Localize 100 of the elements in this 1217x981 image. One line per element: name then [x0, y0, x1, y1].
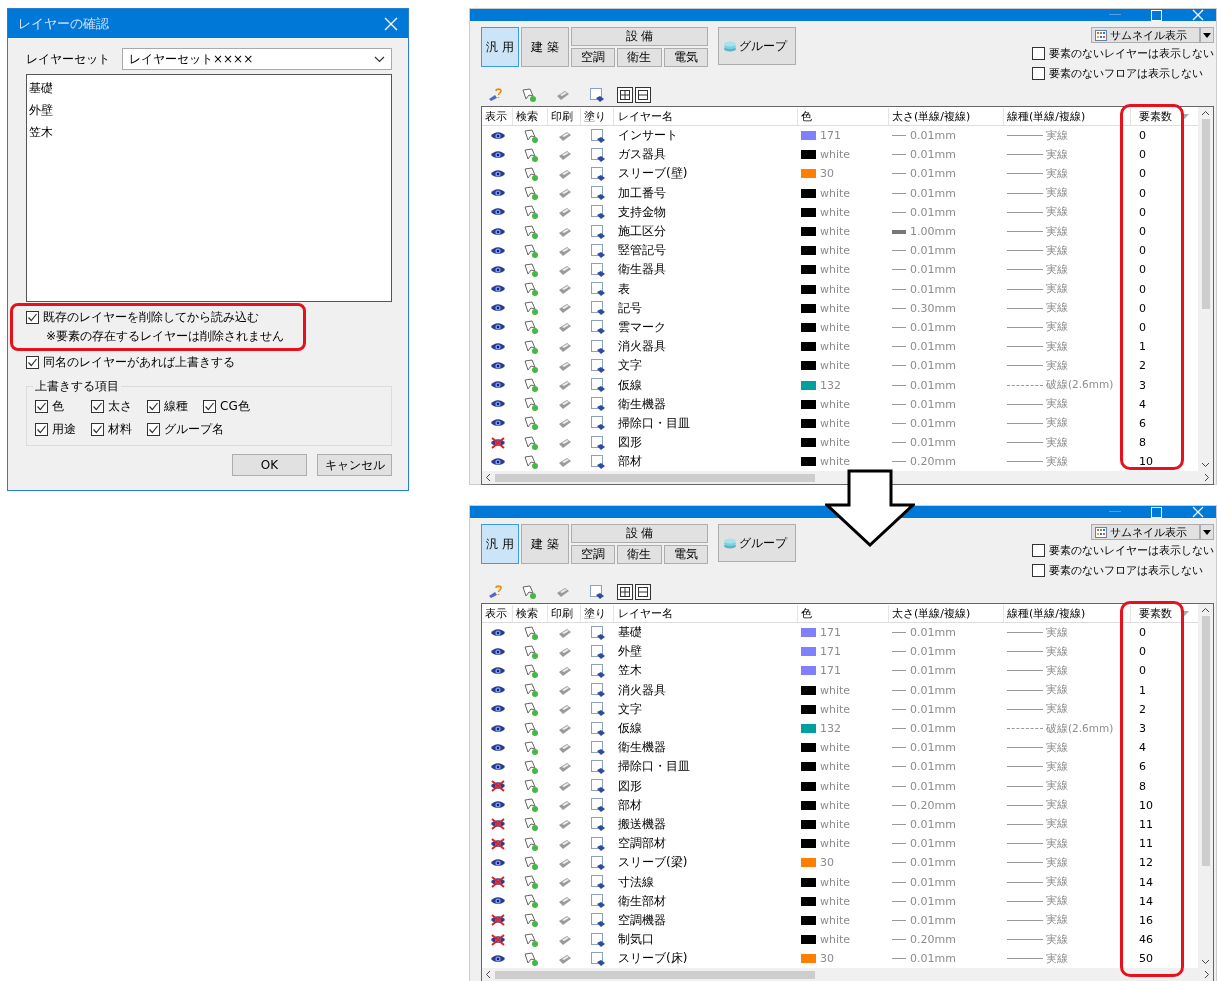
- view-dropdown[interactable]: サムネイル表示: [1091, 27, 1200, 43]
- checkbox[interactable]: [147, 400, 160, 413]
- scrollbar-thumb[interactable]: [495, 473, 815, 482]
- color-swatch[interactable]: [801, 819, 816, 829]
- checkbox[interactable]: [26, 311, 39, 324]
- fill-icon[interactable]: [589, 950, 606, 967]
- eye-icon[interactable]: [489, 722, 506, 735]
- fill-icon[interactable]: [589, 357, 606, 374]
- checkbox[interactable]: [1032, 544, 1045, 557]
- layer-name[interactable]: 仮線: [618, 720, 642, 738]
- fill-icon[interactable]: [589, 624, 606, 641]
- scroll-left-icon[interactable]: [485, 970, 491, 980]
- checkbox-label[interactable]: 要素のないレイヤーは表示しない: [1049, 543, 1214, 558]
- fill-icon[interactable]: [589, 415, 606, 432]
- color-swatch[interactable]: [801, 628, 816, 638]
- checkbox[interactable]: [147, 423, 160, 436]
- color-swatch[interactable]: [801, 762, 816, 772]
- eye-icon[interactable]: [489, 167, 506, 180]
- layer-name[interactable]: 衛生機器: [618, 395, 666, 413]
- scroll-down-icon[interactable]: [1201, 959, 1210, 966]
- cursor-icon[interactable]: [522, 281, 539, 298]
- cursor-icon[interactable]: [521, 584, 537, 600]
- column-header[interactable]: 塗り: [581, 604, 614, 622]
- color-swatch[interactable]: [801, 896, 816, 906]
- cursor-icon[interactable]: [522, 261, 539, 278]
- layer-name[interactable]: 部材: [618, 453, 642, 471]
- fill-icon[interactable]: [589, 204, 606, 221]
- checkbox[interactable]: [1032, 67, 1045, 80]
- cursor-icon[interactable]: [522, 797, 539, 814]
- fill-icon[interactable]: [589, 643, 606, 660]
- eye-icon[interactable]: [489, 914, 506, 927]
- cursor-icon[interactable]: [522, 146, 539, 163]
- close-icon[interactable]: [1192, 9, 1204, 21]
- color-swatch[interactable]: [801, 704, 816, 714]
- column-header[interactable]: レイヤー名: [614, 604, 798, 622]
- close-icon[interactable]: [384, 16, 398, 31]
- eye-icon[interactable]: [489, 856, 506, 869]
- fill-icon[interactable]: [589, 758, 606, 775]
- cursor-icon[interactable]: [522, 396, 539, 413]
- cursor-icon[interactable]: [522, 624, 539, 641]
- fill-icon[interactable]: [589, 185, 606, 202]
- cursor-icon[interactable]: [522, 758, 539, 775]
- group-button[interactable]: グループ: [718, 27, 796, 65]
- layer-set-dropdown[interactable]: レイヤーセット××××: [122, 48, 392, 70]
- view-dropdown[interactable]: サムネイル表示: [1091, 524, 1200, 540]
- layer-name[interactable]: 衛生器具: [618, 261, 666, 279]
- color-swatch[interactable]: [801, 342, 816, 352]
- color-swatch[interactable]: [801, 418, 816, 428]
- layer-name[interactable]: 図形: [618, 434, 642, 452]
- cursor-icon[interactable]: [522, 720, 539, 737]
- layer-name[interactable]: 衛生部材: [618, 892, 666, 910]
- cursor-icon[interactable]: [522, 854, 539, 871]
- cursor-icon[interactable]: [522, 778, 539, 795]
- eye-icon[interactable]: [489, 626, 506, 639]
- layer-name[interactable]: ガス器具: [618, 146, 666, 164]
- cursor-icon[interactable]: [522, 835, 539, 852]
- cursor-icon[interactable]: [522, 434, 539, 451]
- scrollbar-thumb[interactable]: [1201, 119, 1210, 309]
- cursor-icon[interactable]: [522, 931, 539, 948]
- scroll-up-icon[interactable]: [1201, 607, 1210, 613]
- scrollbar-thumb[interactable]: [495, 970, 815, 979]
- fill-icon[interactable]: [589, 146, 606, 163]
- horizontal-scrollbar[interactable]: [482, 471, 1213, 485]
- layer-name[interactable]: 消火器具: [618, 338, 666, 356]
- color-swatch[interactable]: [801, 169, 816, 179]
- column-header[interactable]: 線種(単線/複線): [1004, 604, 1131, 622]
- fill-icon[interactable]: [589, 453, 606, 470]
- sort-icon[interactable]: [1180, 113, 1189, 119]
- category-tab[interactable]: 空調: [571, 48, 616, 67]
- eye-icon[interactable]: [489, 780, 506, 793]
- color-swatch[interactable]: [801, 666, 816, 676]
- list-item[interactable]: 外壁: [29, 99, 389, 121]
- fill-icon[interactable]: [589, 931, 606, 948]
- color-swatch[interactable]: [801, 361, 816, 371]
- fill-icon[interactable]: [589, 338, 606, 355]
- color-swatch[interactable]: [801, 858, 816, 868]
- eye-icon[interactable]: [489, 263, 506, 276]
- checkbox-label[interactable]: 同名のレイヤーがあれば上書きする: [43, 354, 235, 371]
- checkbox-label[interactable]: 要素のないフロアは表示しない: [1049, 66, 1203, 81]
- category-tab[interactable]: 電気: [663, 48, 708, 67]
- fill-icon[interactable]: [589, 816, 606, 833]
- color-swatch[interactable]: [801, 877, 816, 887]
- fill-icon[interactable]: [589, 701, 606, 718]
- layer-name[interactable]: 空調機器: [618, 911, 666, 929]
- scrollbar-thumb[interactable]: [1201, 616, 1210, 866]
- cursor-icon[interactable]: [522, 165, 539, 182]
- checkbox-label[interactable]: 材料: [108, 421, 132, 438]
- fill-icon[interactable]: [589, 835, 606, 852]
- fill-icon[interactable]: [589, 127, 606, 144]
- layer-name[interactable]: スリーブ(壁): [618, 165, 688, 183]
- color-swatch[interactable]: [801, 685, 816, 695]
- cursor-icon[interactable]: [521, 87, 537, 103]
- collapse-icon[interactable]: [635, 87, 651, 103]
- ok-button[interactable]: OK: [232, 454, 307, 476]
- cancel-button[interactable]: キャンセル: [317, 454, 392, 476]
- cursor-icon[interactable]: [522, 319, 539, 336]
- color-swatch[interactable]: [801, 781, 816, 791]
- checkbox-label[interactable]: 既存のレイヤーを削除してから読み込む: [43, 309, 259, 326]
- column-header[interactable]: 色: [798, 604, 889, 622]
- eye-icon[interactable]: [489, 952, 506, 965]
